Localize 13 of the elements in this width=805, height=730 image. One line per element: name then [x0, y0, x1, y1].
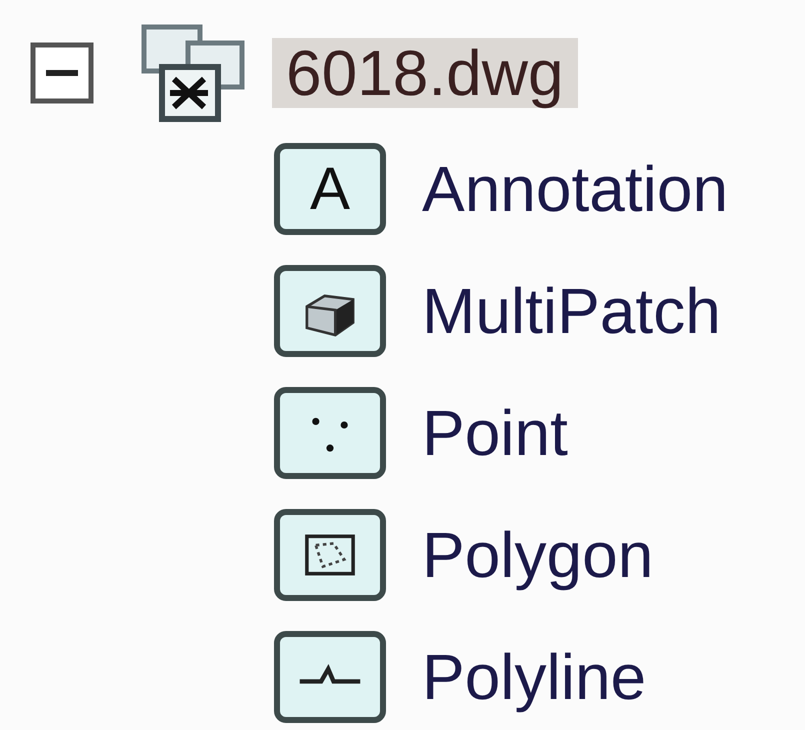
- annotation-icon: A: [274, 143, 386, 235]
- tree-node-label[interactable]: MultiPatch: [422, 275, 721, 347]
- tree-node-label[interactable]: Annotation: [422, 153, 728, 225]
- polyline-icon: [274, 631, 386, 723]
- tree-node-label[interactable]: 6018.dwg: [272, 38, 578, 108]
- cube-icon: [274, 265, 386, 357]
- tree-node-label[interactable]: Point: [422, 397, 568, 469]
- tree-node-label[interactable]: Polygon: [422, 519, 654, 591]
- tree-node-label[interactable]: Polyline: [422, 641, 646, 713]
- polygon-icon: [274, 509, 386, 601]
- dots-icon: [274, 387, 386, 479]
- collapse-icon[interactable]: [30, 42, 94, 104]
- stacked-layers-icon: [140, 23, 246, 123]
